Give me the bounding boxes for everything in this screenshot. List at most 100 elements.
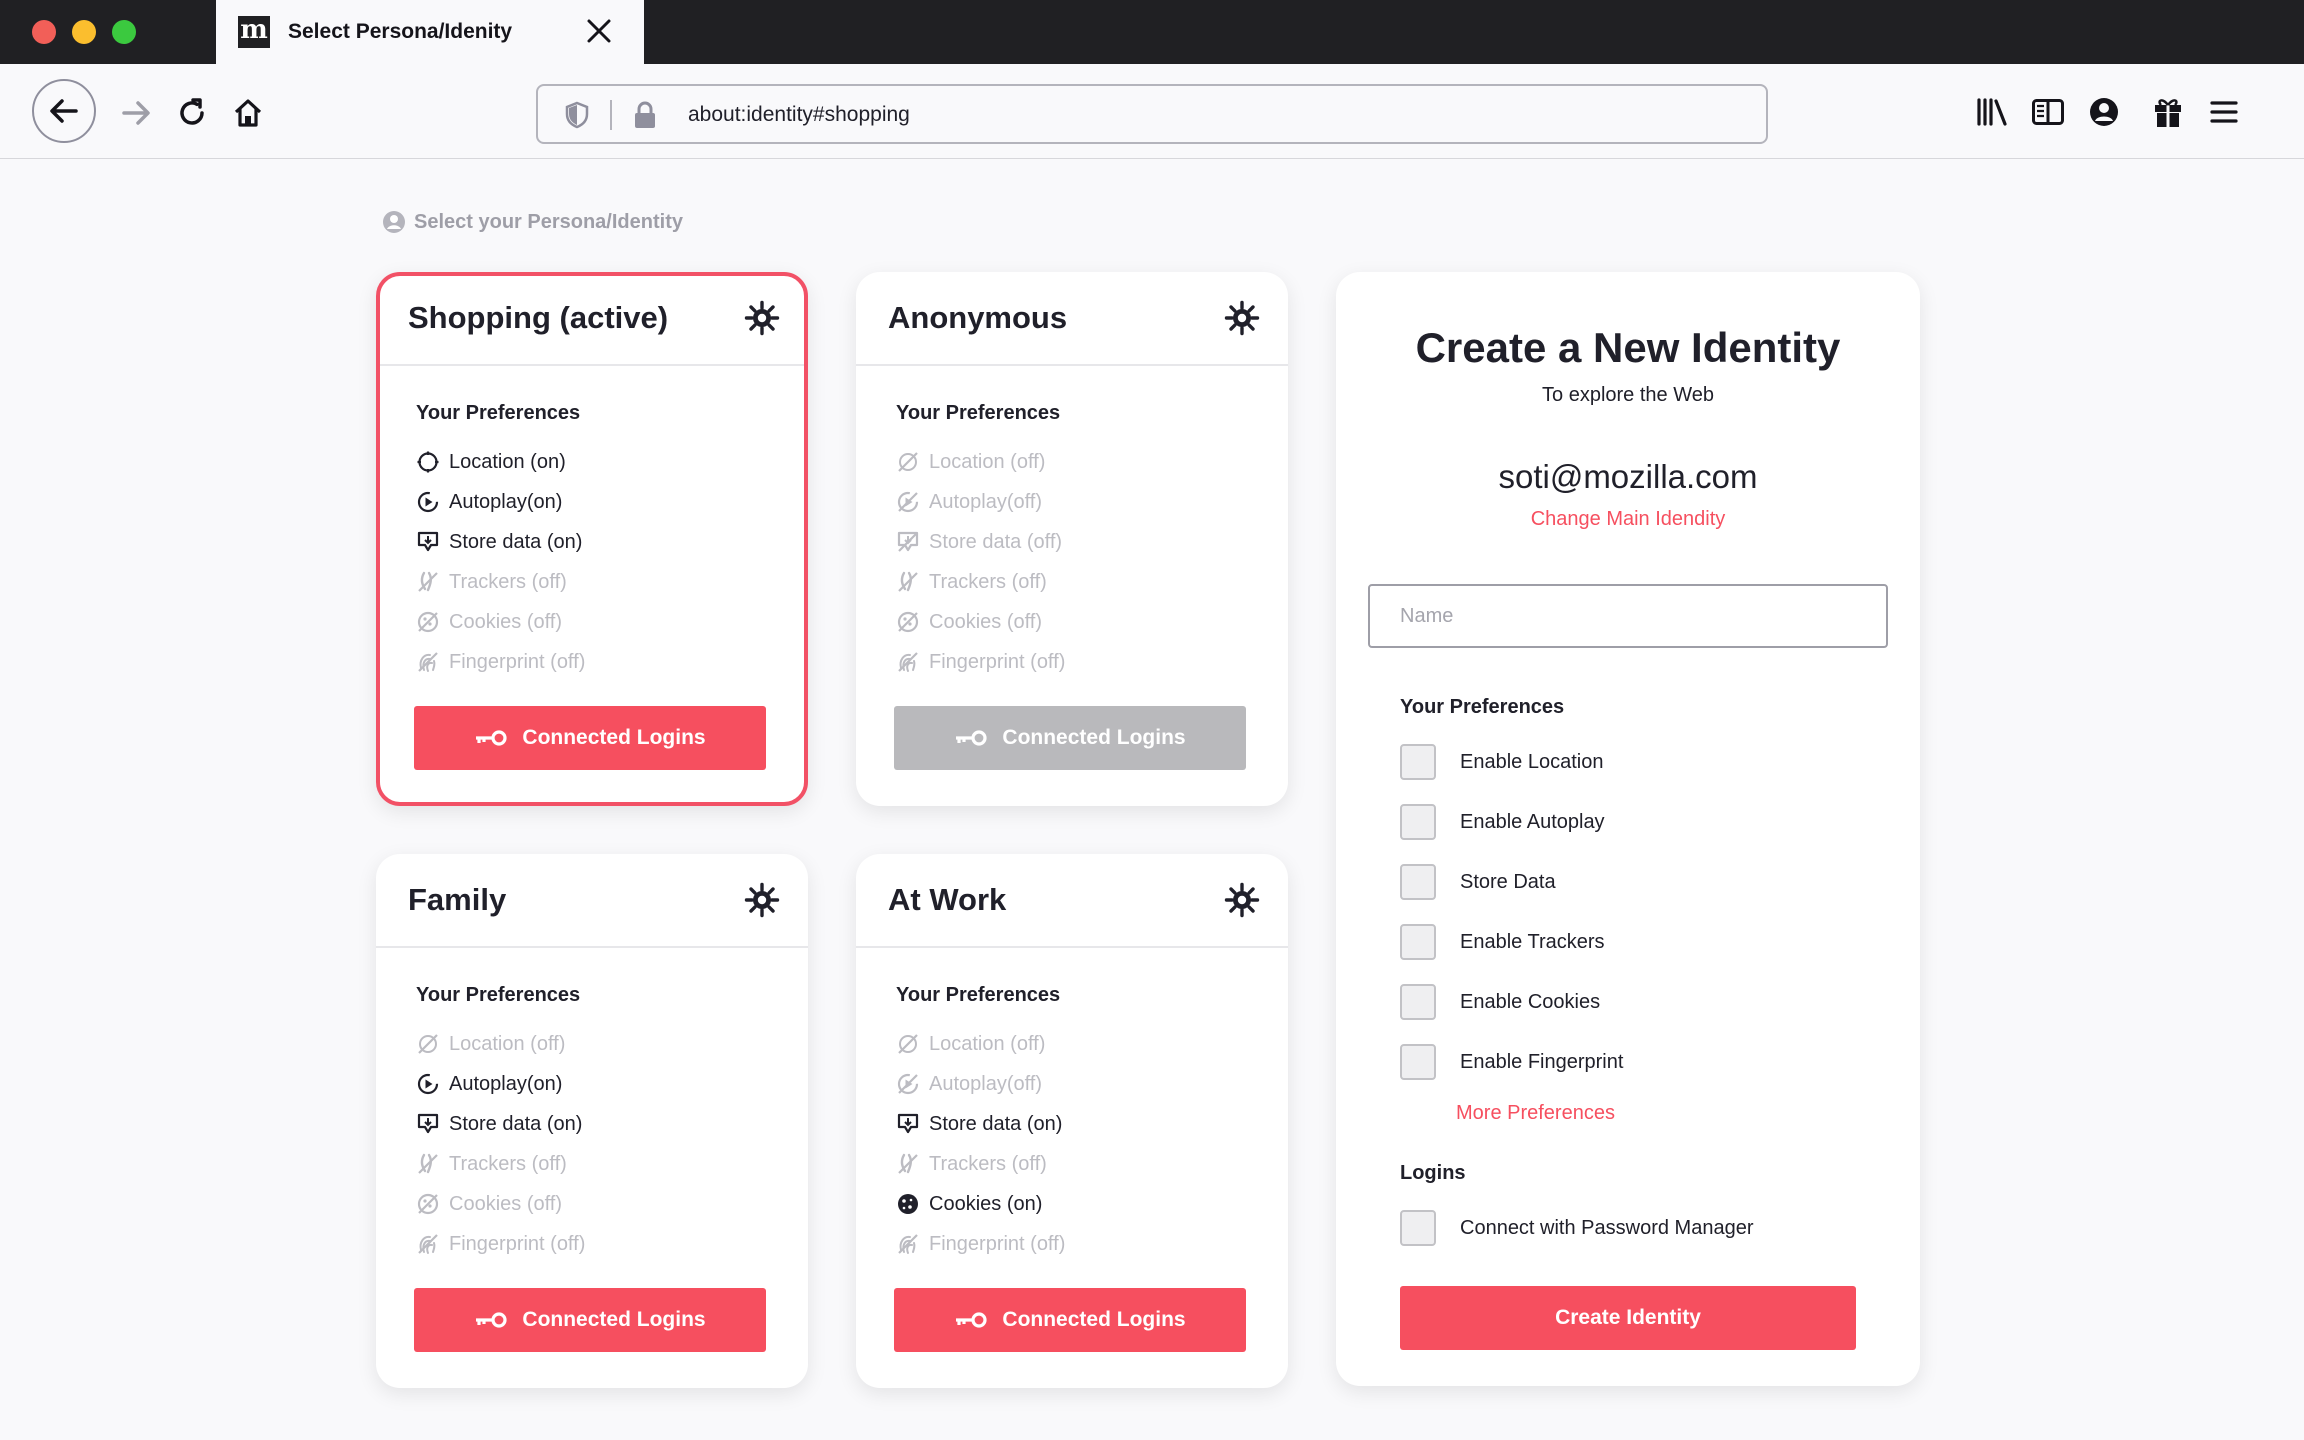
pref-label: Fingerprint (off) xyxy=(929,1232,1066,1255)
window-minimize-button[interactable] xyxy=(72,20,96,44)
pref-item: Trackers (off) xyxy=(896,1144,1065,1184)
library-icon xyxy=(1977,98,2007,126)
pref-label: Store data (on) xyxy=(929,1112,1063,1135)
pref-label: Trackers (off) xyxy=(449,570,567,593)
connected-logins-button[interactable]: Connected Logins xyxy=(894,706,1246,770)
option-store-data[interactable]: Store Data xyxy=(1400,864,1556,900)
persona-card-shopping-active[interactable]: Shopping (active) Your Preferences Locat… xyxy=(376,272,808,806)
active-tab[interactable]: m Select Persona/Idenity xyxy=(216,0,644,64)
option-enable-fingerprint[interactable]: Enable Fingerprint xyxy=(1400,1044,1623,1080)
button-label: Connected Logins xyxy=(1002,726,1186,749)
fingerprint-icon xyxy=(898,652,918,672)
checkbox[interactable] xyxy=(1400,1210,1436,1246)
reload-icon xyxy=(180,98,204,125)
pref-item: Store data (off) xyxy=(896,522,1065,562)
pref-label: Autoplay(on) xyxy=(449,1072,563,1095)
autoplay-icon xyxy=(417,1073,439,1095)
home-icon xyxy=(234,99,262,127)
card-header: Family xyxy=(376,854,808,948)
pref-label: Trackers (off) xyxy=(929,1152,1047,1175)
button-label: Connected Logins xyxy=(522,1308,706,1331)
tab-bar: m Select Persona/Idenity xyxy=(0,0,2304,64)
option-password-manager[interactable]: Connect with Password Manager xyxy=(1400,1210,1753,1246)
persona-card-at-work[interactable]: At Work Your Preferences Location (off) A… xyxy=(856,854,1288,1388)
option-label: Connect with Password Manager xyxy=(1460,1216,1754,1239)
button-label: Connected Logins xyxy=(1002,1308,1186,1331)
pref-item: Cookies (off) xyxy=(416,602,585,642)
gear-icon[interactable] xyxy=(1224,882,1260,918)
url-text[interactable]: about:identity#shopping xyxy=(688,103,910,127)
window-close-button[interactable] xyxy=(32,20,56,44)
checkbox[interactable] xyxy=(1400,744,1436,780)
change-main-identity-link[interactable]: Change Main Idendity xyxy=(1336,508,1920,531)
pref-item: Location (off) xyxy=(416,1024,585,1064)
key-icon xyxy=(476,730,508,746)
store-data-icon xyxy=(417,531,439,552)
create-identity-button[interactable]: Create Identity xyxy=(1400,1286,1856,1350)
pref-item: Store data (on) xyxy=(896,1104,1065,1144)
pref-label: Store data (off) xyxy=(929,530,1063,553)
sidebar-button[interactable] xyxy=(2028,92,2068,132)
pref-list: Location (off) Autoplay(on) Store data (on… xyxy=(416,1024,585,1264)
pref-list: Location (on) Autoplay(on) Store data (on)… xyxy=(416,442,585,682)
prefs-heading: Your Preferences xyxy=(896,984,1061,1006)
checkbox[interactable] xyxy=(1400,924,1436,960)
page-label-text: Select your Persona/Identity xyxy=(414,210,683,233)
connected-logins-button[interactable]: Connected Logins xyxy=(414,706,766,770)
create-title: Create a New Identity xyxy=(1415,324,1841,371)
pref-label: Trackers (off) xyxy=(929,570,1047,593)
close-icon[interactable] xyxy=(582,14,616,48)
reload-button[interactable] xyxy=(172,93,212,133)
checkbox[interactable] xyxy=(1400,1044,1436,1080)
pref-item: Cookies (off) xyxy=(416,1184,585,1224)
cookies-icon xyxy=(417,611,439,633)
pref-item: Autoplay(off) xyxy=(896,1064,1065,1104)
persona-card-family[interactable]: Family Your Preferences Location (off) Au… xyxy=(376,854,808,1388)
shield-icon[interactable] xyxy=(564,101,590,129)
pref-item: Autoplay(on) xyxy=(416,482,585,522)
name-input[interactable] xyxy=(1368,584,1888,648)
pref-label: Store data (on) xyxy=(449,1112,583,1135)
persona-card-anonymous[interactable]: Anonymous Your Preferences Location (off… xyxy=(856,272,1288,806)
trackers-icon xyxy=(418,571,438,592)
pref-label: Store data (on) xyxy=(449,530,583,553)
pref-item: Trackers (off) xyxy=(416,1144,585,1184)
whats-new-button[interactable] xyxy=(2148,92,2188,132)
window-zoom-button[interactable] xyxy=(112,20,136,44)
account-button[interactable] xyxy=(2084,92,2124,132)
gear-icon[interactable] xyxy=(1224,300,1260,336)
option-enable-autoplay[interactable]: Enable Autoplay xyxy=(1400,804,1605,840)
prefs-heading: Your Preferences xyxy=(416,402,581,424)
gear-icon[interactable] xyxy=(744,882,780,918)
option-enable-trackers[interactable]: Enable Trackers xyxy=(1400,924,1605,960)
pref-item: Cookies (on) xyxy=(896,1184,1065,1224)
button-label: Connected Logins xyxy=(522,726,706,749)
cookies-icon xyxy=(898,1194,918,1214)
back-button[interactable] xyxy=(32,79,96,143)
pref-item: Fingerprint (off) xyxy=(416,642,585,682)
pref-label: Trackers (off) xyxy=(449,1152,567,1175)
gear-icon[interactable] xyxy=(744,300,780,336)
url-bar[interactable]: about:identity#shopping xyxy=(536,84,1768,144)
option-label: Enable Autoplay xyxy=(1460,810,1605,833)
create-identity-card: Create a New Identity To explore the Web… xyxy=(1336,272,1920,1386)
home-button[interactable] xyxy=(228,93,268,133)
autoplay-icon xyxy=(897,491,919,513)
option-enable-cookies[interactable]: Enable Cookies xyxy=(1400,984,1600,1020)
library-button[interactable] xyxy=(1972,92,2012,132)
pref-label: Cookies (on) xyxy=(929,1192,1043,1215)
checkbox[interactable] xyxy=(1400,984,1436,1020)
connected-logins-button[interactable]: Connected Logins xyxy=(414,1288,766,1352)
menu-button[interactable] xyxy=(2204,92,2244,132)
lock-icon[interactable] xyxy=(632,100,658,130)
logins-heading: Logins xyxy=(1400,1162,1466,1184)
more-preferences-link[interactable]: More Preferences xyxy=(1456,1102,1615,1125)
create-prefs-heading: Your Preferences xyxy=(1400,696,1565,718)
checkbox[interactable] xyxy=(1400,864,1436,900)
connected-logins-button[interactable]: Connected Logins xyxy=(894,1288,1246,1352)
option-enable-location[interactable]: Enable Location xyxy=(1400,744,1603,780)
pref-item: Location (on) xyxy=(416,442,585,482)
location-icon xyxy=(418,1034,438,1054)
checkbox[interactable] xyxy=(1400,804,1436,840)
forward-button[interactable] xyxy=(116,93,156,133)
